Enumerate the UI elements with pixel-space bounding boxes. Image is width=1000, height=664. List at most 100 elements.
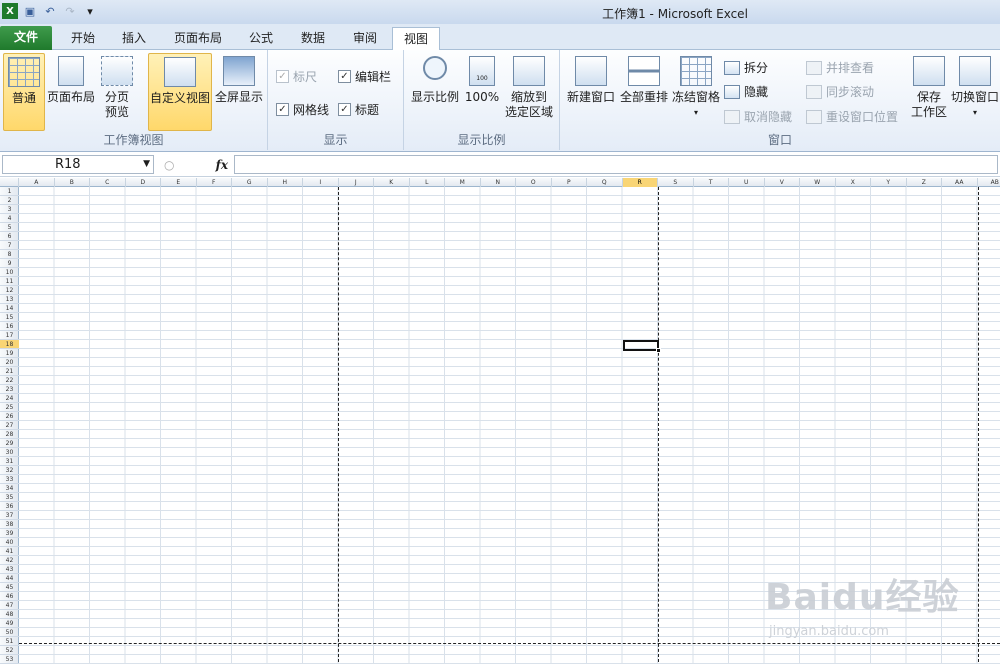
formula-input[interactable] — [234, 155, 998, 174]
save-workspace-button[interactable]: 保存 工作区 — [908, 53, 950, 120]
tab-data[interactable]: 数据 — [290, 27, 336, 50]
row-header[interactable]: 29 — [0, 439, 19, 448]
row-header[interactable]: 33 — [0, 475, 19, 484]
page-layout-view-button[interactable]: 页面布局 — [46, 53, 96, 105]
row-header[interactable]: 6 — [0, 232, 19, 241]
formula-bar-toggle-icon[interactable]: ○ — [164, 158, 174, 172]
column-header[interactable]: E — [161, 178, 197, 187]
row-header[interactable]: 26 — [0, 412, 19, 421]
row-header[interactable]: 3 — [0, 205, 19, 214]
formula-bar-checkbox[interactable]: ✓ 编辑栏 — [338, 68, 391, 85]
ruler-checkbox[interactable]: ✓ 标尺 — [276, 68, 317, 85]
row-header[interactable]: 24 — [0, 394, 19, 403]
column-header[interactable]: U — [729, 178, 765, 187]
column-header[interactable]: J — [339, 178, 374, 187]
row-header[interactable]: 51 — [0, 637, 19, 646]
row-header[interactable]: 5 — [0, 223, 19, 232]
row-header[interactable]: 8 — [0, 250, 19, 259]
row-header[interactable]: 13 — [0, 295, 19, 304]
row-header[interactable]: 7 — [0, 241, 19, 250]
row-header[interactable]: 48 — [0, 610, 19, 619]
freeze-panes-button[interactable]: 冻结窗格 ▾ — [670, 53, 722, 120]
row-header[interactable]: 19 — [0, 349, 19, 358]
row-header[interactable]: 20 — [0, 358, 19, 367]
row-header[interactable]: 46 — [0, 592, 19, 601]
column-header[interactable]: H — [268, 178, 303, 187]
row-header[interactable]: 43 — [0, 565, 19, 574]
row-header[interactable]: 53 — [0, 655, 19, 664]
row-header[interactable]: 10 — [0, 268, 19, 277]
row-header[interactable]: 49 — [0, 619, 19, 628]
row-header[interactable]: 40 — [0, 538, 19, 547]
switch-windows-button[interactable]: 切换窗口 ▾ — [950, 53, 1000, 120]
row-header[interactable]: 25 — [0, 403, 19, 412]
row-header[interactable]: 38 — [0, 520, 19, 529]
column-header[interactable]: C — [90, 178, 126, 187]
row-header[interactable]: 31 — [0, 457, 19, 466]
column-header[interactable]: AA — [942, 178, 978, 187]
zoom-100-button[interactable]: 100 100% — [462, 53, 502, 105]
tab-file[interactable]: 文件 — [0, 26, 52, 50]
row-header[interactable]: 37 — [0, 511, 19, 520]
column-header[interactable]: F — [197, 178, 232, 187]
column-header[interactable]: I — [303, 178, 339, 187]
row-header[interactable]: 52 — [0, 646, 19, 655]
row-header[interactable]: 23 — [0, 385, 19, 394]
row-header[interactable]: 1 — [0, 187, 19, 196]
gridlines-checkbox[interactable]: ✓ 网格线 — [276, 101, 329, 118]
column-header[interactable]: Q — [587, 178, 623, 187]
name-box-dropdown-icon[interactable]: ▼ — [143, 156, 150, 173]
new-window-button[interactable]: 新建窗口 — [564, 53, 618, 105]
column-header[interactable]: V — [765, 178, 800, 187]
row-header[interactable]: 9 — [0, 259, 19, 268]
row-header[interactable]: 32 — [0, 466, 19, 475]
row-header[interactable]: 39 — [0, 529, 19, 538]
headings-checkbox[interactable]: ✓ 标题 — [338, 101, 379, 118]
row-header[interactable]: 14 — [0, 304, 19, 313]
column-header[interactable]: X — [836, 178, 871, 187]
column-header[interactable]: L — [410, 178, 445, 187]
tab-page-layout[interactable]: 页面布局 — [164, 27, 232, 50]
row-header[interactable]: 34 — [0, 484, 19, 493]
page-break-preview-button[interactable]: 分页 预览 — [98, 53, 136, 120]
row-header[interactable]: 36 — [0, 502, 19, 511]
column-header[interactable]: D — [126, 178, 161, 187]
column-header[interactable]: T — [694, 178, 729, 187]
row-header[interactable]: 17 — [0, 331, 19, 340]
insert-function-icon[interactable]: fx — [216, 158, 228, 172]
column-header[interactable]: N — [481, 178, 516, 187]
normal-view-button[interactable]: 普通 — [3, 53, 45, 131]
row-header[interactable]: 30 — [0, 448, 19, 457]
tab-insert[interactable]: 插入 — [110, 27, 158, 50]
row-header[interactable]: 22 — [0, 376, 19, 385]
custom-views-button[interactable]: 自定义视图 — [148, 53, 212, 131]
row-header[interactable]: 15 — [0, 313, 19, 322]
column-header[interactable]: AB — [978, 178, 1000, 187]
row-header[interactable]: 21 — [0, 367, 19, 376]
row-header[interactable]: 35 — [0, 493, 19, 502]
hide-button[interactable]: 隐藏 — [724, 83, 768, 100]
tab-home[interactable]: 开始 — [58, 27, 108, 50]
row-header[interactable]: 50 — [0, 628, 19, 637]
column-header[interactable]: R — [622, 178, 658, 187]
row-header[interactable]: 11 — [0, 277, 19, 286]
tab-formulas[interactable]: 公式 — [238, 27, 284, 50]
sync-scroll-button[interactable]: 同步滚动 — [806, 83, 874, 100]
row-header[interactable]: 12 — [0, 286, 19, 295]
row-header[interactable]: 41 — [0, 547, 19, 556]
fill-handle[interactable] — [656, 348, 661, 353]
row-header[interactable]: 42 — [0, 556, 19, 565]
arrange-all-button[interactable]: 全部重排 — [618, 53, 670, 105]
row-header[interactable]: 44 — [0, 574, 19, 583]
zoom-button[interactable]: 显示比例 — [408, 53, 462, 105]
row-header[interactable]: 47 — [0, 601, 19, 610]
split-button[interactable]: 拆分 — [724, 59, 768, 76]
full-screen-button[interactable]: 全屏显示 — [213, 53, 265, 105]
zoom-to-selection-button[interactable]: 缩放到 选定区域 — [502, 53, 556, 120]
row-header[interactable]: 27 — [0, 421, 19, 430]
reset-window-position-button[interactable]: 重设窗口位置 — [806, 108, 898, 125]
column-header[interactable]: M — [445, 178, 481, 187]
select-all-corner[interactable] — [0, 178, 19, 187]
active-cell-cursor[interactable] — [622, 340, 659, 351]
column-header[interactable]: P — [552, 178, 587, 187]
